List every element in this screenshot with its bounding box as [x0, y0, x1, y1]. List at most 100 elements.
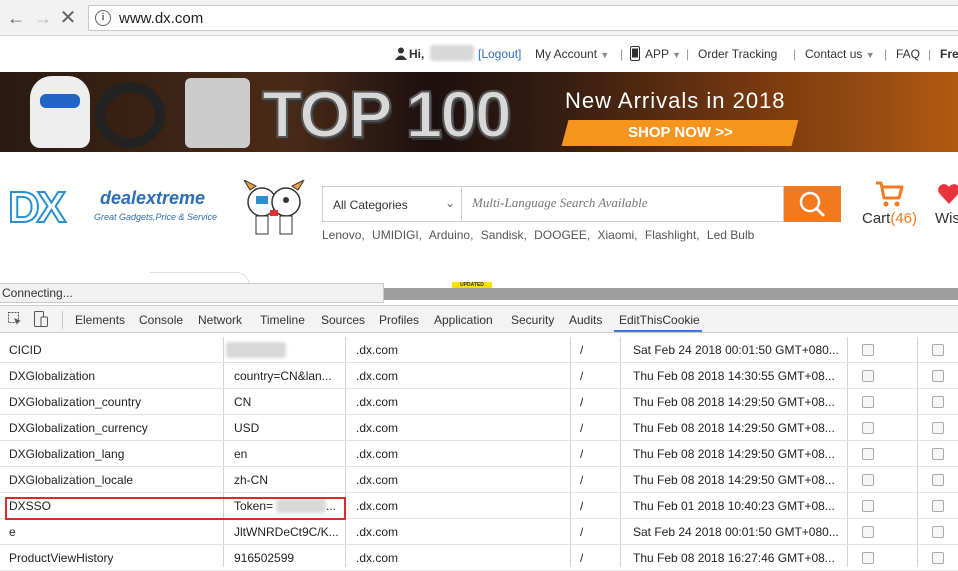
secure-checkbox[interactable]	[932, 370, 944, 382]
secure-checkbox[interactable]	[932, 422, 944, 434]
secure-checkbox[interactable]	[932, 396, 944, 408]
cookie-path: /	[580, 499, 584, 513]
logout-link[interactable]: [Logout]	[478, 47, 521, 61]
secure-checkbox[interactable]	[932, 500, 944, 512]
site-info-icon[interactable]: i	[95, 10, 111, 26]
httponly-checkbox[interactable]	[862, 474, 874, 486]
cookie-row[interactable]: DXGlobalization_locale zh-CN .dx.com / T…	[0, 467, 958, 493]
cookie-path: /	[580, 343, 584, 357]
tab-console[interactable]: Console	[139, 313, 183, 327]
category-select[interactable]: All Categories ⌄	[322, 186, 462, 222]
faq-link[interactable]: FAQ	[896, 47, 920, 61]
httponly-checkbox[interactable]	[862, 500, 874, 512]
tab-profiles[interactable]: Profiles	[379, 313, 419, 327]
cart-count: (46)	[890, 210, 918, 227]
secure-checkbox[interactable]	[932, 448, 944, 460]
inspect-element-icon[interactable]	[8, 312, 22, 326]
hot-word-link[interactable]: UMIDIGI,	[372, 228, 422, 242]
cookie-domain: .dx.com	[356, 447, 399, 461]
app-link[interactable]: APP ▼	[645, 47, 681, 61]
cookie-domain: .dx.com	[356, 525, 399, 539]
tab-editthiscookie[interactable]: EditThisCookie	[619, 313, 700, 327]
secure-checkbox[interactable]	[932, 526, 944, 538]
search-icon	[799, 191, 825, 217]
search-field[interactable]	[462, 186, 784, 222]
cookie-row[interactable]: DXGlobalization country=CN&lan... .dx.co…	[0, 363, 958, 389]
banner-headline: TOP 100	[261, 76, 513, 152]
tab-security[interactable]: Security	[511, 313, 554, 327]
httponly-checkbox[interactable]	[862, 526, 874, 538]
httponly-checkbox[interactable]	[862, 344, 874, 356]
hot-word-link[interactable]: Xiaomi,	[598, 228, 638, 242]
cookie-domain: .dx.com	[356, 499, 399, 513]
tab-network[interactable]: Network	[198, 313, 242, 327]
cookie-row[interactable]: DXGlobalization_lang en .dx.com / Thu Fe…	[0, 441, 958, 467]
divider: |	[928, 47, 932, 61]
secure-checkbox[interactable]	[932, 552, 944, 564]
hot-word-link[interactable]: Flashlight,	[645, 228, 700, 242]
httponly-checkbox[interactable]	[862, 422, 874, 434]
cookie-row[interactable]: DXGlobalization_currency USD .dx.com / T…	[0, 415, 958, 441]
my-account-link[interactable]: My Account ▼	[535, 47, 609, 61]
cookie-value-blurred	[226, 342, 286, 358]
category-select-value: All Categories	[333, 198, 408, 212]
cookie-row[interactable]: DXGlobalization_country CN .dx.com / Thu…	[0, 389, 958, 415]
cookie-row[interactable]: ProductViewHistory 916502599 .dx.com / T…	[0, 545, 958, 571]
shop-now-button[interactable]: SHOP NOW >>	[561, 120, 799, 146]
cookie-path: /	[580, 525, 584, 539]
httponly-checkbox[interactable]	[862, 552, 874, 564]
address-bar[interactable]: i www.dx.com	[88, 5, 958, 31]
cookie-expires: Thu Feb 01 2018 10:40:23 GMT+08...	[633, 499, 835, 513]
httponly-checkbox[interactable]	[862, 396, 874, 408]
cookie-name: DXGlobalization_currency	[9, 421, 148, 435]
shopping-cart-icon	[876, 181, 904, 207]
hot-word-link[interactable]: Sandisk,	[481, 228, 527, 242]
hot-word-link[interactable]: Led Bulb	[707, 228, 754, 242]
device-mode-icon[interactable]	[34, 311, 48, 327]
secure-checkbox[interactable]	[932, 474, 944, 486]
cart-text: Cart	[862, 210, 891, 227]
search-input[interactable]	[472, 195, 772, 211]
tab-timeline[interactable]: Timeline	[260, 313, 305, 327]
cookie-path: /	[580, 447, 584, 461]
hot-search-words: Lenovo, UMIDIGI, Arduino, Sandisk, DOOGE…	[322, 228, 758, 242]
robot-mascot-image	[30, 76, 90, 148]
tab-application[interactable]: Application	[434, 313, 493, 327]
cookie-path: /	[580, 551, 584, 565]
hot-word-link[interactable]: DOOGEE,	[534, 228, 590, 242]
tab-elements[interactable]: Elements	[75, 313, 125, 327]
hot-word-link[interactable]: Arduino,	[429, 228, 474, 242]
cookie-expires: Thu Feb 08 2018 14:30:55 GMT+08...	[633, 369, 835, 383]
divider: |	[686, 47, 690, 61]
order-tracking-link[interactable]: Order Tracking	[698, 47, 777, 61]
chevron-down-icon: ▼	[672, 50, 682, 60]
stop-loading-icon[interactable]: ✕	[58, 8, 78, 28]
forward-arrow-icon[interactable]: →	[33, 8, 53, 28]
cookie-expires: Thu Feb 08 2018 14:29:50 GMT+08...	[633, 473, 835, 487]
cookie-path: /	[580, 473, 584, 487]
tab-sources[interactable]: Sources	[321, 313, 365, 327]
cookie-row[interactable]: e JltWNRDeCt9C/K... .dx.com / Sat Feb 24…	[0, 519, 958, 545]
free-shipping-link[interactable]: Fre	[940, 47, 958, 61]
user-icon	[395, 47, 407, 60]
back-arrow-icon[interactable]: ←	[6, 8, 26, 28]
cookie-value: zh-CN	[234, 473, 269, 487]
cookie-value: en	[234, 447, 248, 461]
httponly-checkbox[interactable]	[862, 448, 874, 460]
secure-checkbox[interactable]	[932, 344, 944, 356]
tab-audits[interactable]: Audits	[569, 313, 602, 327]
top-links-bar: Hi, [Logout] My Account ▼ | APP ▼ | Orde…	[0, 36, 958, 72]
my-account-label: My Account	[535, 47, 598, 61]
cookie-row[interactable]: CICID .dx.com / Sat Feb 24 2018 00:01:50…	[0, 337, 958, 363]
updated-badge: UPDATED	[452, 282, 492, 288]
logo-dealextreme: dealextreme	[100, 188, 206, 208]
search-button[interactable]	[784, 186, 841, 222]
cookie-expires: Sat Feb 24 2018 00:01:50 GMT+080...	[633, 525, 839, 539]
dx-logo[interactable]: DX dealextreme Great Gadgets,Price & Ser…	[7, 185, 217, 231]
divider: |	[884, 47, 888, 61]
httponly-checkbox[interactable]	[862, 370, 874, 382]
hot-word-link[interactable]: Lenovo,	[322, 228, 365, 242]
contact-us-link[interactable]: Contact us ▼	[805, 47, 875, 61]
speaker-image	[185, 78, 250, 148]
promo-banner[interactable]: TOP 100 New Arrivals in 2018 SHOP NOW >>	[0, 72, 958, 152]
